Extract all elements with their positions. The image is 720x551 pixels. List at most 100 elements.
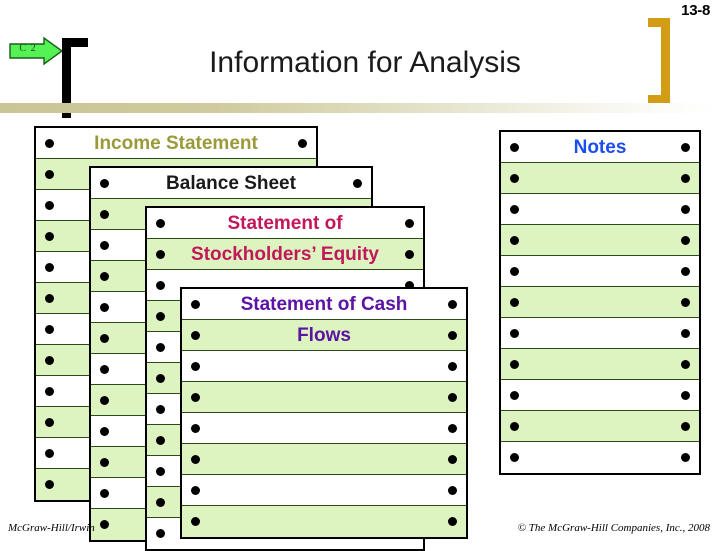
bullet-icon	[510, 421, 519, 431]
bullet-icon	[510, 297, 519, 307]
bullet-icon	[100, 426, 109, 436]
document-row	[182, 506, 466, 537]
document-row	[501, 411, 699, 442]
bullet-icon	[45, 293, 54, 303]
document-row	[501, 194, 699, 225]
bullet-icon	[510, 235, 519, 245]
bullet-icon	[191, 361, 200, 371]
bullet-icon	[45, 200, 54, 210]
bullet-icon	[191, 330, 200, 340]
right-bracket	[648, 18, 670, 104]
footer-copyright: © The McGraw-Hill Companies, Inc., 2008	[517, 522, 710, 534]
bullet-icon	[298, 138, 307, 148]
document-heading: Flows	[297, 324, 351, 346]
document-row	[501, 287, 699, 318]
document-heading: Stockholders’ Equity	[191, 243, 379, 265]
bullet-icon	[100, 457, 109, 467]
bullet-icon	[681, 266, 690, 276]
bullet-icon	[156, 497, 165, 507]
bullet-icon	[681, 297, 690, 307]
bullet-icon	[100, 520, 109, 529]
bullet-icon	[156, 466, 165, 476]
document-heading: Statement of Cash	[240, 293, 408, 315]
bullet-icon	[156, 342, 165, 352]
document-row: Stockholders’ Equity	[147, 239, 423, 270]
bullet-icon	[510, 328, 519, 338]
bullet-icon	[191, 454, 200, 464]
document-heading: Statement of	[227, 212, 343, 234]
bullet-icon	[681, 173, 690, 183]
bullet-icon	[510, 359, 519, 369]
header-divider	[0, 103, 720, 113]
bullet-icon	[405, 218, 414, 228]
bullet-icon	[45, 386, 54, 396]
bullet-icon	[156, 311, 165, 321]
bullet-icon	[45, 448, 54, 458]
bullet-icon	[510, 204, 519, 214]
footer-publisher: McGraw-Hill/Irwin	[8, 522, 95, 534]
document-row	[501, 442, 699, 473]
bullet-icon	[681, 453, 690, 462]
chapter-badge: C 2	[8, 36, 64, 66]
document-heading: Income Statement	[94, 132, 258, 154]
bullet-icon	[100, 364, 109, 374]
bullet-icon	[448, 361, 457, 371]
bullet-icon	[100, 271, 109, 281]
bullet-icon	[100, 395, 109, 405]
document-row	[182, 444, 466, 475]
bullet-icon	[681, 328, 690, 338]
bullet-icon	[681, 235, 690, 245]
bullet-icon	[448, 423, 457, 433]
bullet-icon	[156, 404, 165, 414]
bullet-icon	[45, 231, 54, 241]
bullet-icon	[156, 529, 165, 538]
bullet-icon	[448, 454, 457, 464]
document-notes[interactable]: Notes	[499, 130, 701, 475]
bullet-icon	[191, 485, 200, 495]
bullet-icon	[191, 299, 200, 309]
bullet-icon	[353, 178, 362, 188]
document-heading: Notes	[573, 136, 627, 158]
bullet-icon	[45, 169, 54, 179]
bullet-icon	[45, 324, 54, 334]
bullet-icon	[100, 240, 109, 250]
bullet-icon	[191, 392, 200, 402]
bullet-icon	[681, 142, 690, 152]
bullet-icon	[510, 142, 519, 152]
bullet-icon	[510, 390, 519, 400]
bullet-icon	[100, 333, 109, 343]
document-statement-of-cash-flows[interactable]: Statement of Cash Flows	[180, 287, 468, 539]
bullet-icon	[156, 249, 165, 259]
bullet-icon	[45, 138, 54, 148]
page-title: Information for Analysis	[209, 46, 521, 79]
bullet-icon	[191, 517, 200, 526]
document-row	[501, 256, 699, 287]
slide-number: 13-8	[681, 2, 710, 19]
bullet-icon	[45, 262, 54, 272]
bullet-icon	[405, 249, 414, 259]
bullet-icon	[510, 453, 519, 462]
bullet-icon	[681, 359, 690, 369]
document-heading: Balance Sheet	[166, 172, 296, 194]
document-row	[501, 163, 699, 194]
document-row: Notes	[501, 132, 699, 163]
bullet-icon	[448, 330, 457, 340]
bullet-icon	[448, 299, 457, 309]
document-row	[501, 318, 699, 349]
document-row	[182, 382, 466, 413]
bullet-icon	[45, 417, 54, 427]
bullet-icon	[448, 485, 457, 495]
bullet-icon	[156, 280, 165, 290]
document-row: Income Statement	[36, 128, 316, 159]
bullet-icon	[448, 517, 457, 526]
document-row	[501, 225, 699, 256]
document-row	[182, 475, 466, 506]
chapter-badge-label: C 2	[19, 43, 37, 54]
bullet-icon	[156, 435, 165, 445]
bullet-icon	[156, 373, 165, 383]
document-row: Statement of	[147, 208, 423, 239]
document-row: Statement of Cash	[182, 289, 466, 320]
document-row	[501, 349, 699, 380]
document-row	[182, 413, 466, 444]
bullet-icon	[100, 178, 109, 188]
